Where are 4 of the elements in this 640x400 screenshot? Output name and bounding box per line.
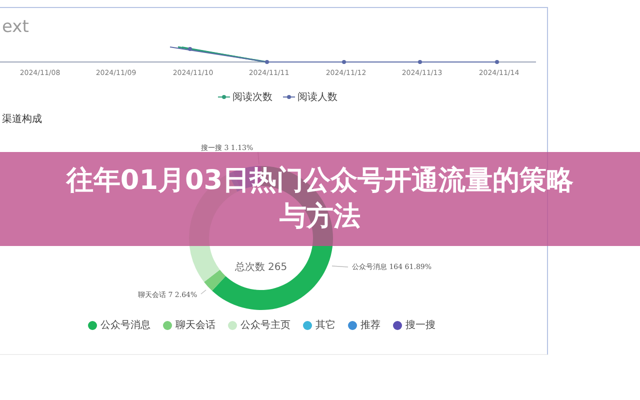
section-title: ext [2,16,29,38]
banner-title: 往年01月03日热门公众号开通流量的策略与方法 [64,164,575,234]
total-label: 总次数 265 [234,262,288,273]
section-title: 渠道构成 [2,112,42,126]
